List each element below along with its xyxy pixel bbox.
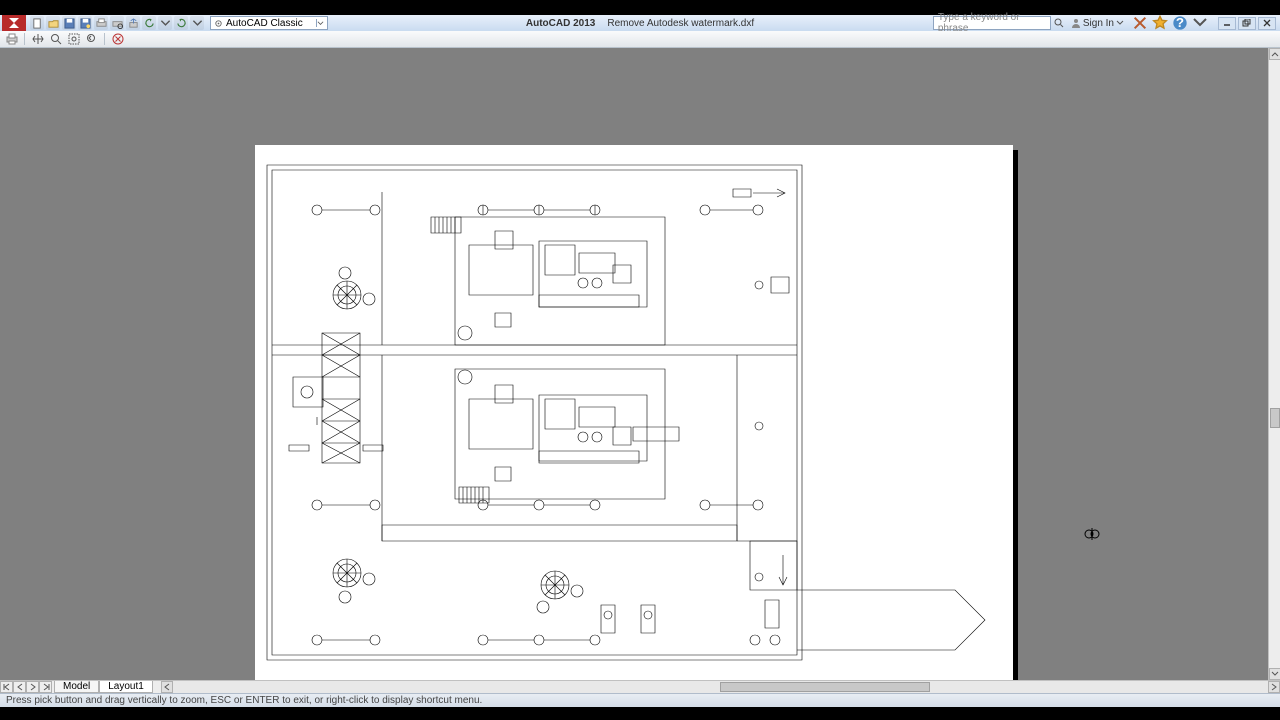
tab-label: Layout1 [108,681,144,692]
saveas-icon[interactable] [78,16,92,30]
undo-icon[interactable] [142,16,156,30]
tab-label: Model [63,681,90,692]
help-icon[interactable]: ? [1172,16,1188,30]
workspace-label: AutoCAD Classic [226,18,303,29]
search-input[interactable]: Type a keyword or phrase [933,16,1051,30]
close-preview-icon[interactable] [110,32,125,47]
gear-icon [214,19,223,28]
help-dropdown-icon[interactable] [1192,16,1208,30]
signin-label: Sign In [1083,18,1114,29]
zoom-cursor-icon [1083,528,1101,540]
document-name: Remove Autodesk watermark.dxf [607,18,754,29]
exchange-icon[interactable] [1132,16,1148,30]
tab-model[interactable]: Model [54,681,99,693]
layout-tabs-row: Model Layout1 [0,680,1280,693]
paper-sheet [255,145,1013,683]
minimize-button[interactable] [1218,17,1236,30]
nav-last-icon[interactable] [39,681,52,693]
scroll-right-icon[interactable] [1268,681,1280,693]
nav-next-icon[interactable] [26,681,39,693]
svg-text:?: ? [1176,15,1184,30]
scroll-thumb[interactable] [1270,408,1280,428]
zoom-previous-icon[interactable] [84,32,99,47]
title-bar: AutoCAD Classic AutoCAD 2013 Remove Auto… [0,15,1280,31]
preview-toolbar [0,31,1280,48]
zoom-window-icon[interactable] [66,32,81,47]
scroll-left-icon[interactable] [161,681,173,693]
chevron-down-icon [1116,19,1124,27]
vertical-scrollbar[interactable] [1268,48,1280,680]
open-icon[interactable] [46,16,60,30]
new-icon[interactable] [30,16,44,30]
close-button[interactable] [1258,17,1276,30]
chevron-down-icon [316,19,324,27]
scroll-up-icon[interactable] [1269,48,1280,60]
maximize-button[interactable] [1238,17,1256,30]
application-menu-button[interactable] [2,15,26,31]
drawing-content [255,145,1013,683]
save-icon[interactable] [62,16,76,30]
scroll-thumb[interactable] [720,682,930,692]
window-controls [1218,17,1276,30]
sheet-nav [0,681,52,693]
scroll-down-icon[interactable] [1269,668,1280,680]
publish-icon[interactable] [126,16,140,30]
horizontal-scrollbar[interactable] [161,681,1280,693]
command-line[interactable]: Press pick button and drag vertically to… [0,693,1280,707]
search-icon[interactable] [1051,16,1067,30]
pan-icon[interactable] [30,32,45,47]
infocenter-icons: ? [1132,16,1208,30]
window-title: AutoCAD 2013 Remove Autodesk watermark.d… [526,18,754,29]
plot-preview-icon[interactable] [110,16,124,30]
signin-button[interactable]: Sign In [1071,18,1124,29]
undo-dropdown-icon[interactable] [158,16,172,30]
quick-access-toolbar [30,16,204,30]
command-prompt-text: Press pick button and drag vertically to… [6,695,482,706]
favorite-icon[interactable] [1152,16,1168,30]
plot-icon[interactable] [94,16,108,30]
redo-icon[interactable] [174,16,188,30]
redo-dropdown-icon[interactable] [190,16,204,30]
workspace-switcher[interactable]: AutoCAD Classic [210,16,328,30]
nav-first-icon[interactable] [0,681,13,693]
layout-tabs: Model Layout1 [54,681,153,693]
user-icon [1071,18,1081,28]
tab-layout1[interactable]: Layout1 [99,681,153,693]
zoom-icon[interactable] [48,32,63,47]
drawing-canvas[interactable] [0,48,1268,680]
print-icon[interactable] [4,32,19,47]
nav-prev-icon[interactable] [13,681,26,693]
product-name: AutoCAD 2013 [526,18,595,29]
